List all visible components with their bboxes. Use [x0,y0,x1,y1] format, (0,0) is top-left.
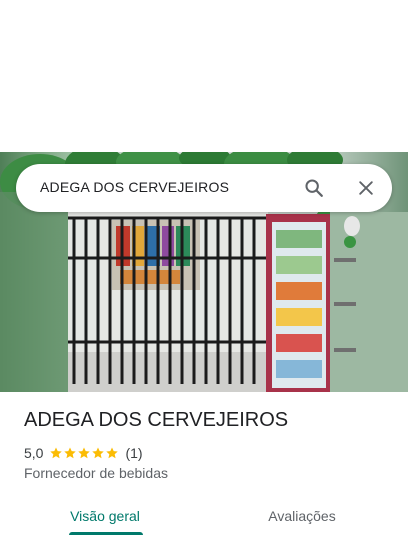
place-title: ADEGA DOS CERVEJEIROS [24,409,289,431]
search-icon[interactable] [302,176,326,200]
tab-overview[interactable]: Visão geral [50,496,160,536]
search-bar[interactable]: ADEGA DOS CERVEJEIROS [16,164,392,212]
search-query-text[interactable]: ADEGA DOS CERVEJEIROS [40,179,229,195]
active-tab-indicator [69,532,143,535]
tab-reviews[interactable]: Avaliações [246,496,358,536]
star-icon [64,447,77,459]
star-icon [92,447,105,459]
review-count[interactable]: (1) [125,445,142,461]
star-icon [106,447,119,459]
place-tabs: Visão geral Avaliações [0,496,408,544]
star-icon [50,447,63,459]
place-category[interactable]: Fornecedor de bebidas [24,465,168,481]
rating-row[interactable]: 5,0 (1) [24,444,143,462]
star-icon [78,447,91,459]
map-top-area [0,0,408,152]
rating-stars [49,446,119,460]
close-icon[interactable] [354,176,378,200]
rating-value: 5,0 [24,445,44,461]
